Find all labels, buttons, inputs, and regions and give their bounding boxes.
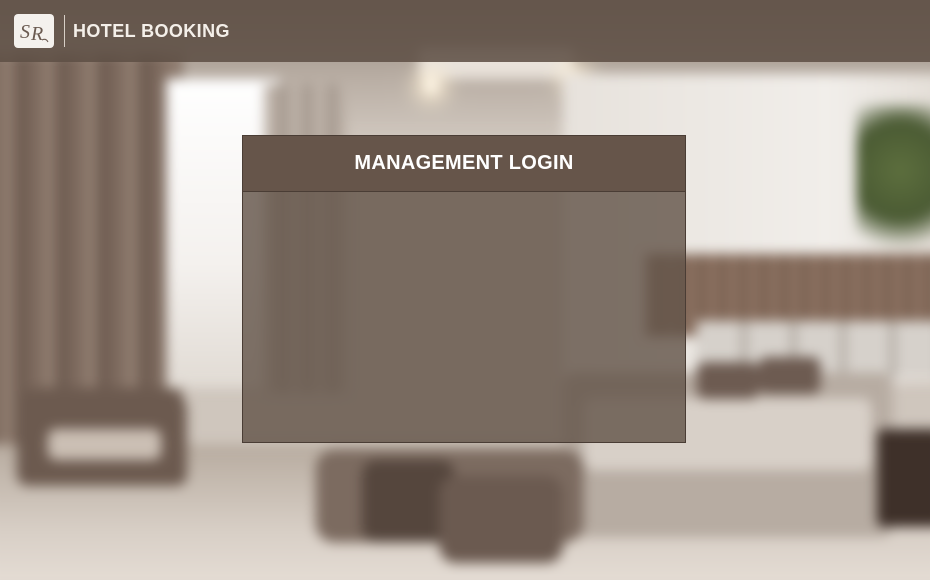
login-panel: MANAGEMENT LOGIN <box>242 135 686 443</box>
login-panel-header: MANAGEMENT LOGIN <box>243 136 685 192</box>
header-divider <box>64 15 65 47</box>
svg-text:R: R <box>30 23 43 45</box>
login-panel-body <box>243 192 685 442</box>
svg-text:S: S <box>20 21 30 43</box>
top-header: S R HOTEL BOOKING <box>0 0 930 62</box>
brand-title: HOTEL BOOKING <box>73 20 230 41</box>
login-panel-title: MANAGEMENT LOGIN <box>354 152 574 174</box>
sr-monogram-icon: S R <box>20 21 49 45</box>
page: S R HOTEL BOOKING MANAGEMENT LOGIN <box>0 0 930 580</box>
hotel-logo[interactable]: S R <box>14 14 54 48</box>
